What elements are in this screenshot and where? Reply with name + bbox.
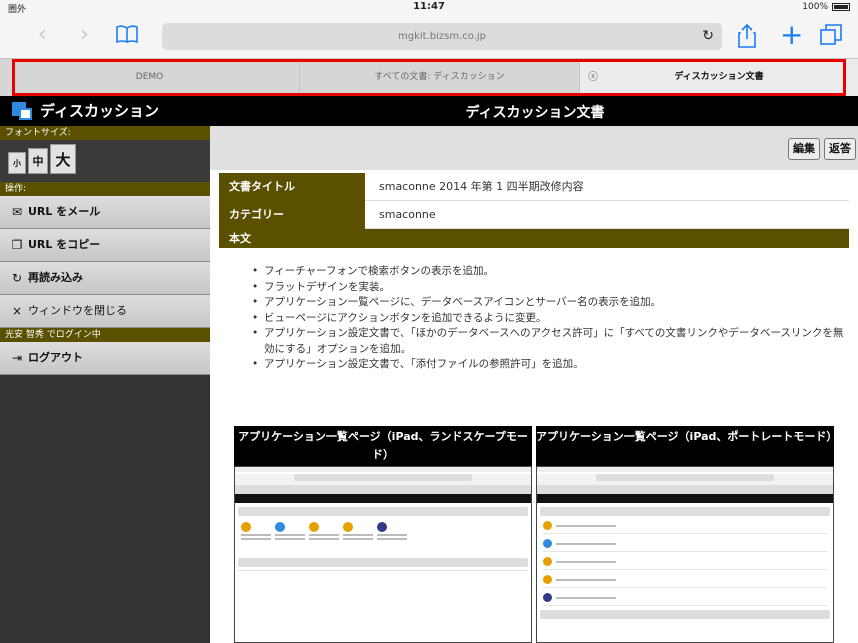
sidebar-item-label: URL をメール [28,205,101,218]
reply-button[interactable]: 返答 [824,138,856,160]
screenshot-table: アプリケーション一覧ページ（iPad、ランドスケープモード） アプリケーション一… [234,426,838,643]
sidebar-item-label: ウィンドウを閉じる [28,304,127,317]
category-value: smaconne [365,201,849,229]
tab-label: すべての文書: ディスカッション [374,72,505,82]
copy-icon: ❐ [11,238,23,252]
sidebar-item-label: URL をコピー [28,238,101,251]
app-title: ディスカッション [12,100,159,121]
web-content: ディスカッション ディスカッション文書 フォントサイズ: 小 中 大 操作: ✉… [0,96,858,643]
list-item: アプリケーション設定文書で、「添付ファイルの参照許可」を追加。 [252,357,848,373]
screenshot-landscape-image[interactable] [234,466,532,643]
browser-toolbar: ‹ › mgkit.bizsm.co.jp ↻ + [0,14,858,58]
screenshot-caption-landscape: アプリケーション一覧ページ（iPad、ランドスケープモード） [234,426,532,466]
reload-icon[interactable]: ↻ [702,23,714,50]
close-icon: × [11,304,23,318]
body-bullet-list: フィーチャーフォンで検索ボタンの表示を追加。 フラットデザインを実装。 アプリケ… [252,264,848,373]
font-size-large-button[interactable]: 大 [50,144,76,174]
email-url-button[interactable]: ✉ URL をメール [0,196,210,229]
tabs-overview-icon[interactable] [820,24,842,51]
address-bar[interactable]: mgkit.bizsm.co.jp ↻ [162,23,722,50]
font-size-medium-button[interactable]: 中 [28,148,48,174]
tab-all-documents[interactable]: すべての文書: ディスカッション [300,59,580,96]
bookmarks-icon[interactable] [116,24,138,50]
app-title-text: ディスカッション [40,102,159,120]
sidebar-item-label: ログアウト [28,351,83,364]
battery-indicator: 100% [802,2,850,12]
list-item: ビューページにアクションボタンを追加できるように変更。 [252,311,848,327]
share-icon[interactable] [738,23,756,53]
login-status: 光安 智秀 でログイン中 [0,328,210,342]
battery-percent: 100% [802,2,828,12]
font-size-selector: 小 中 大 [0,140,210,182]
operations-header: 操作: [0,182,210,196]
app-header: ディスカッション ディスカッション文書 [0,96,858,126]
clock: 11:47 [413,1,445,12]
app-logo-icon [12,101,34,120]
body-header: 本文 [219,229,849,248]
document-view: 編集 返答 文書タイトル smaconne 2014 年第 1 四半期改修内容 … [210,126,858,643]
list-item: アプリケーション一覧ページに、データベースアイコンとサーバー名の表示を追加。 [252,295,848,311]
address-text: mgkit.bizsm.co.jp [397,31,486,42]
list-item: フラットデザインを実装。 [252,280,848,296]
list-item: フィーチャーフォンで検索ボタンの表示を追加。 [252,264,848,280]
sidebar: フォントサイズ: 小 中 大 操作: ✉ URL をメール ❐ URL をコピー… [0,126,210,643]
copy-url-button[interactable]: ❐ URL をコピー [0,229,210,262]
title-value: smaconne 2014 年第 1 四半期改修内容 [365,173,849,201]
logout-icon: ⇥ [11,351,23,365]
page-title: ディスカッション文書 [465,105,605,121]
reload-button[interactable]: ↻ 再読み込み [0,262,210,295]
status-bar: 圏外 11:47 100% [0,0,858,15]
title-label: 文書タイトル [219,173,365,201]
tab-label: DEMO [135,72,164,82]
category-row: カテゴリー smaconne [219,201,849,229]
edit-button[interactable]: 編集 [788,138,820,160]
tab-demo[interactable]: DEMO [0,59,300,96]
tab-bar: DEMO すべての文書: ディスカッション ⓧ ディスカッション文書 [0,58,858,96]
title-row: 文書タイトル smaconne 2014 年第 1 四半期改修内容 [219,173,849,201]
sidebar-item-label: 再読み込み [28,271,83,284]
new-tab-icon[interactable]: + [780,21,803,49]
envelope-icon: ✉ [11,205,23,219]
action-bar: 編集 返答 [210,126,858,170]
forward-icon[interactable]: › [80,24,89,46]
screenshot-portrait-image[interactable] [536,466,834,643]
tab-discussion-document[interactable]: ⓧ ディスカッション文書 [580,59,858,96]
list-item: アプリケーション設定文書で、「ほかのデータベースへのアクセス許可」に「すべての文… [252,326,848,357]
close-window-button[interactable]: × ウィンドウを閉じる [0,295,210,328]
screenshot-caption-portrait: アプリケーション一覧ページ（iPad、ポートレートモード） [536,426,837,466]
reload-icon: ↻ [11,271,23,285]
category-label: カテゴリー [219,201,365,229]
back-icon[interactable]: ‹ [38,24,47,46]
font-size-small-button[interactable]: 小 [8,152,26,174]
logout-button[interactable]: ⇥ ログアウト [0,342,210,375]
battery-icon [832,3,850,11]
tab-close-icon[interactable]: ⓧ [588,59,598,96]
font-size-header: フォントサイズ: [0,126,210,140]
tab-label: ディスカッション文書 [674,72,764,82]
